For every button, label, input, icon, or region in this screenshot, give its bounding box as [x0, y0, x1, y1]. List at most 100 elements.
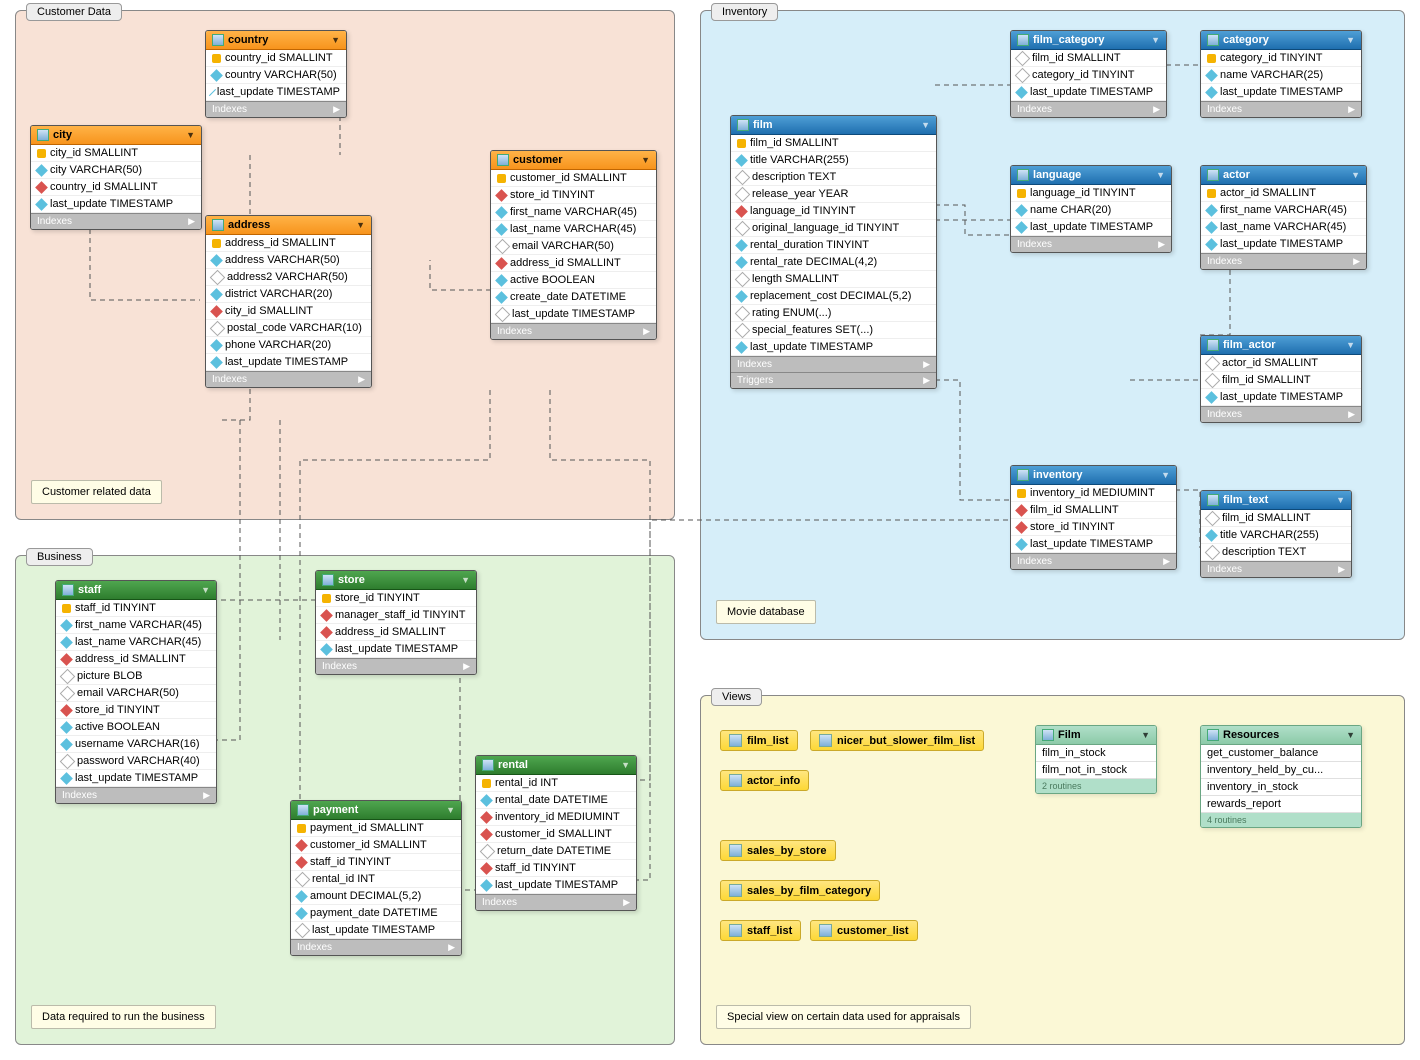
column-row[interactable]: phone VARCHAR(20) — [206, 337, 371, 354]
column-row[interactable]: return_date DATETIME — [476, 843, 636, 860]
column-row[interactable]: last_update TIMESTAMP — [316, 641, 476, 658]
section-row-indexes[interactable]: Indexes▶ — [1011, 101, 1166, 117]
column-row[interactable]: rental_id INT — [291, 871, 461, 888]
section-row-indexes[interactable]: Indexes▶ — [31, 213, 201, 229]
column-row[interactable]: film_id SMALLINT — [1201, 510, 1351, 527]
routine-item[interactable]: get_customer_balance — [1201, 745, 1361, 762]
column-row[interactable]: rental_date DATETIME — [476, 792, 636, 809]
column-row[interactable]: store_id TINYINT — [316, 590, 476, 607]
column-row[interactable]: amount DECIMAL(5,2) — [291, 888, 461, 905]
column-row[interactable]: title VARCHAR(255) — [1201, 527, 1351, 544]
column-row[interactable]: category_id TINYINT — [1011, 67, 1166, 84]
column-row[interactable]: password VARCHAR(40) — [56, 753, 216, 770]
column-row[interactable]: customer_id SMALLINT — [476, 826, 636, 843]
view-customer-list[interactable]: customer_list — [810, 920, 918, 941]
column-row[interactable]: last_update TIMESTAMP — [1011, 536, 1176, 553]
column-row[interactable]: title VARCHAR(255) — [731, 152, 936, 169]
table-header-film_text[interactable]: film_text▼ — [1201, 491, 1351, 510]
section-row-indexes[interactable]: Indexes▶ — [1011, 553, 1176, 569]
table-category[interactable]: category▼category_id TINYINTname VARCHAR… — [1200, 30, 1362, 118]
column-row[interactable]: store_id TINYINT — [56, 702, 216, 719]
column-row[interactable]: customer_id SMALLINT — [291, 837, 461, 854]
routine-item[interactable]: inventory_held_by_cu... — [1201, 762, 1361, 779]
section-row-indexes[interactable]: Indexes▶ — [1201, 561, 1351, 577]
column-row[interactable]: last_update TIMESTAMP — [206, 354, 371, 371]
section-row-triggers[interactable]: Triggers▶ — [731, 372, 936, 388]
column-row[interactable]: language_id TINYINT — [731, 203, 936, 220]
column-row[interactable]: film_id SMALLINT — [1011, 50, 1166, 67]
column-row[interactable]: address VARCHAR(50) — [206, 252, 371, 269]
table-country[interactable]: country▼country_id SMALLINTcountry VARCH… — [205, 30, 347, 118]
column-row[interactable]: address2 VARCHAR(50) — [206, 269, 371, 286]
section-row-indexes[interactable]: Indexes▶ — [1201, 406, 1361, 422]
table-header-customer[interactable]: customer▼ — [491, 151, 656, 170]
column-row[interactable]: address_id SMALLINT — [56, 651, 216, 668]
table-rental[interactable]: rental▼rental_id INTrental_date DATETIME… — [475, 755, 637, 911]
column-row[interactable]: active BOOLEAN — [491, 272, 656, 289]
section-row-indexes[interactable]: Indexes▶ — [1011, 236, 1171, 252]
section-row-indexes[interactable]: Indexes▶ — [291, 939, 461, 955]
column-row[interactable]: email VARCHAR(50) — [491, 238, 656, 255]
column-row[interactable]: country_id SMALLINT — [31, 179, 201, 196]
column-row[interactable]: city_id SMALLINT — [31, 145, 201, 162]
table-header-store[interactable]: store▼ — [316, 571, 476, 590]
table-address[interactable]: address▼address_id SMALLINTaddress VARCH… — [205, 215, 372, 388]
column-row[interactable]: name VARCHAR(25) — [1201, 67, 1361, 84]
column-row[interactable]: last_update TIMESTAMP — [1011, 219, 1171, 236]
routine-item[interactable]: rewards_report — [1201, 796, 1361, 813]
column-row[interactable]: address_id SMALLINT — [206, 235, 371, 252]
table-header-rental[interactable]: rental▼ — [476, 756, 636, 775]
column-row[interactable]: last_name VARCHAR(45) — [491, 221, 656, 238]
column-row[interactable]: first_name VARCHAR(45) — [491, 204, 656, 221]
table-language[interactable]: language▼language_id TINYINTname CHAR(20… — [1010, 165, 1172, 253]
column-row[interactable]: staff_id TINYINT — [291, 854, 461, 871]
column-row[interactable]: picture BLOB — [56, 668, 216, 685]
table-film_category[interactable]: film_category▼film_id SMALLINTcategory_i… — [1010, 30, 1167, 118]
column-row[interactable]: film_id SMALLINT — [731, 135, 936, 152]
table-customer[interactable]: customer▼customer_id SMALLINTstore_id TI… — [490, 150, 657, 340]
column-row[interactable]: country_id SMALLINT — [206, 50, 346, 67]
column-row[interactable]: last_update TIMESTAMP — [1201, 84, 1361, 101]
column-row[interactable]: inventory_id MEDIUMINT — [476, 809, 636, 826]
column-row[interactable]: district VARCHAR(20) — [206, 286, 371, 303]
column-row[interactable]: first_name VARCHAR(45) — [56, 617, 216, 634]
column-row[interactable]: actor_id SMALLINT — [1201, 355, 1361, 372]
column-row[interactable]: category_id TINYINT — [1201, 50, 1361, 67]
table-store[interactable]: store▼store_id TINYINTmanager_staff_id T… — [315, 570, 477, 675]
column-row[interactable]: last_update TIMESTAMP — [491, 306, 656, 323]
table-actor[interactable]: actor▼actor_id SMALLINTfirst_name VARCHA… — [1200, 165, 1367, 270]
table-header-actor[interactable]: actor▼ — [1201, 166, 1366, 185]
column-row[interactable]: last_update TIMESTAMP — [1011, 84, 1166, 101]
table-header-city[interactable]: city▼ — [31, 126, 201, 145]
column-row[interactable]: address_id SMALLINT — [491, 255, 656, 272]
column-row[interactable]: payment_id SMALLINT — [291, 820, 461, 837]
column-row[interactable]: store_id TINYINT — [491, 187, 656, 204]
routine-item[interactable]: inventory_in_stock — [1201, 779, 1361, 796]
table-header-film[interactable]: film▼ — [731, 116, 936, 135]
column-row[interactable]: description TEXT — [731, 169, 936, 186]
column-row[interactable]: customer_id SMALLINT — [491, 170, 656, 187]
table-header-language[interactable]: language▼ — [1011, 166, 1171, 185]
column-row[interactable]: original_language_id TINYINT — [731, 220, 936, 237]
column-row[interactable]: staff_id TINYINT — [476, 860, 636, 877]
column-row[interactable]: username VARCHAR(16) — [56, 736, 216, 753]
view-actor-info[interactable]: actor_info — [720, 770, 809, 791]
column-row[interactable]: language_id TINYINT — [1011, 185, 1171, 202]
table-header-payment[interactable]: payment▼ — [291, 801, 461, 820]
column-row[interactable]: postal_code VARCHAR(10) — [206, 320, 371, 337]
table-city[interactable]: city▼city_id SMALLINTcity VARCHAR(50)cou… — [30, 125, 202, 230]
routine-item[interactable]: film_in_stock — [1036, 745, 1156, 762]
column-row[interactable]: create_date DATETIME — [491, 289, 656, 306]
column-row[interactable]: last_update TIMESTAMP — [731, 339, 936, 356]
column-row[interactable]: last_update TIMESTAMP — [31, 196, 201, 213]
table-header-address[interactable]: address▼ — [206, 216, 371, 235]
column-row[interactable]: special_features SET(...) — [731, 322, 936, 339]
column-row[interactable]: first_name VARCHAR(45) — [1201, 202, 1366, 219]
column-row[interactable]: last_name VARCHAR(45) — [56, 634, 216, 651]
column-row[interactable]: store_id TINYINT — [1011, 519, 1176, 536]
column-row[interactable]: active BOOLEAN — [56, 719, 216, 736]
column-row[interactable]: film_id SMALLINT — [1201, 372, 1361, 389]
section-row-indexes[interactable]: Indexes▶ — [491, 323, 656, 339]
section-row-indexes[interactable]: Indexes▶ — [1201, 253, 1366, 269]
column-row[interactable]: release_year YEAR — [731, 186, 936, 203]
